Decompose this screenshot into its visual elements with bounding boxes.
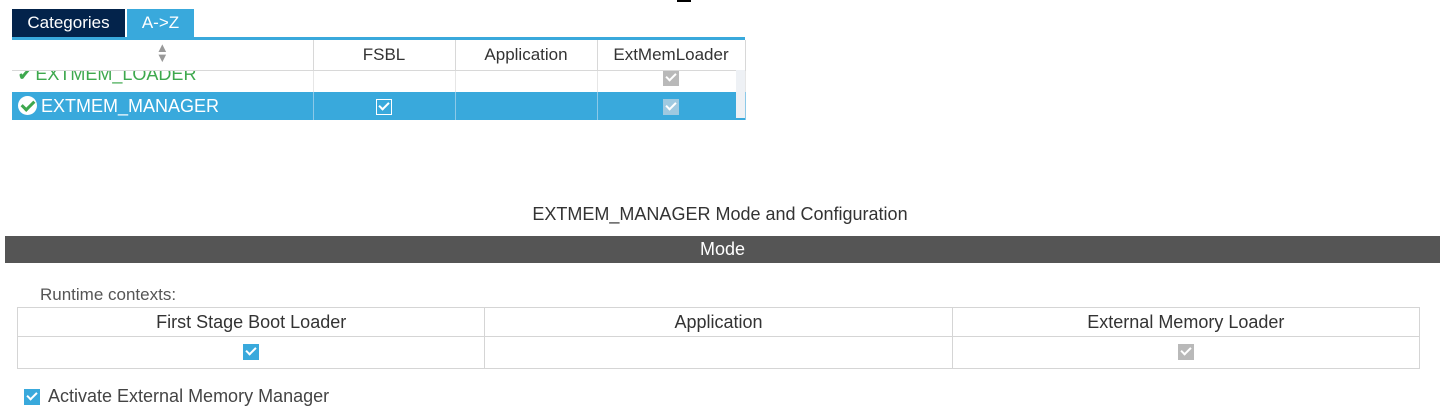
component-name: EXTMEM_MANAGER xyxy=(41,95,220,116)
table-row-extmem-loader[interactable]: ✔ EXTMEM_LOADER xyxy=(12,70,746,92)
tab-categories[interactable]: Categories xyxy=(12,9,125,37)
activate-emm-option[interactable]: Activate External Memory Manager xyxy=(24,386,329,407)
context-cell-fsbl xyxy=(16,336,486,369)
extmemloader-checkbox xyxy=(663,70,679,87)
runtime-contexts-label: Runtime contexts: xyxy=(40,285,177,304)
name-column-header[interactable]: ▲ ▼ xyxy=(12,40,314,71)
context-cell-external-memory-loader xyxy=(951,336,1421,369)
runtime-contexts-table: First Stage Boot Loader Application Exte… xyxy=(16,307,1421,369)
extmemloader-cell[interactable] xyxy=(597,92,746,120)
fsbl-context-checkbox[interactable] xyxy=(243,344,260,361)
context-header-fsbl: First Stage Boot Loader xyxy=(16,307,486,337)
column-header-extmemloader[interactable]: ExtMemLoader xyxy=(597,40,746,71)
extmem-loader-context-checkbox xyxy=(1177,344,1194,361)
fsbl-checkbox[interactable] xyxy=(376,98,392,115)
application-cell[interactable] xyxy=(455,92,598,120)
context-cell-application xyxy=(484,336,953,369)
fsbl-cell[interactable] xyxy=(313,92,456,120)
component-table-header: ▲ ▼ FSBL Application ExtMemLoader xyxy=(12,40,746,71)
activate-emm-label: Activate External Memory Manager xyxy=(48,386,330,406)
activate-emm-checkbox[interactable] xyxy=(24,388,40,405)
table-scrollbar[interactable] xyxy=(736,70,745,118)
application-cell[interactable] xyxy=(455,70,598,92)
window-edge-marker xyxy=(677,0,691,2)
column-header-application[interactable]: Application xyxy=(455,40,598,71)
check-icon: ✔ xyxy=(18,70,32,85)
context-header-application: Application xyxy=(484,307,953,337)
table-row-extmem-manager[interactable]: EXTMEM_MANAGER xyxy=(12,92,746,120)
component-table: ▲ ▼ FSBL Application ExtMemLoader ✔ EXTMEM… xyxy=(12,40,746,120)
config-panel-title: EXTMEM_MANAGER Mode and Configuration xyxy=(532,204,908,224)
check-circle-icon xyxy=(18,96,37,116)
fsbl-cell[interactable] xyxy=(313,70,456,92)
sort-icon[interactable]: ▲ ▼ xyxy=(156,41,169,64)
column-header-fsbl[interactable]: FSBL xyxy=(313,40,456,71)
view-tabs: Categories A->Z xyxy=(12,9,194,37)
extmemloader-checkbox xyxy=(663,98,679,115)
mode-section-header: Mode xyxy=(5,236,1440,263)
tab-a-z[interactable]: A->Z xyxy=(127,9,194,37)
component-name: EXTMEM_LOADER xyxy=(35,70,197,84)
extmemloader-cell[interactable] xyxy=(597,70,746,92)
context-header-external-memory-loader: External Memory Loader xyxy=(951,307,1421,337)
